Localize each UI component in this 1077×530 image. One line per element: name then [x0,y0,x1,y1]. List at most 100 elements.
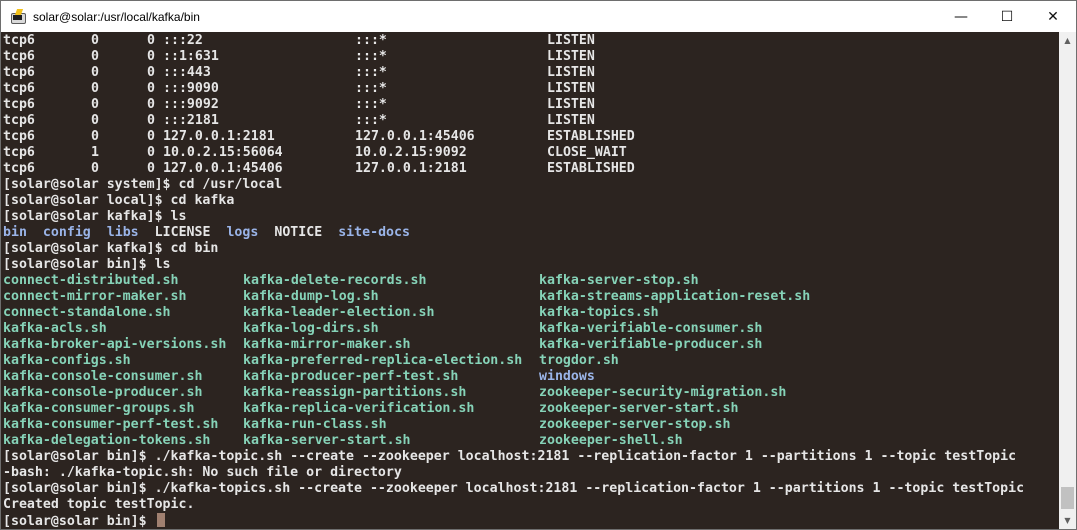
netstat-state: LISTEN [547,65,595,80]
netstat-sendq: 0 [147,129,155,144]
ls-entry: kafka-streams-application-reset.sh [539,289,811,304]
ls-entry: site-docs [338,225,410,240]
netstat-state: CLOSE_WAIT [547,145,627,160]
ls-entry: kafka-verifiable-producer.sh [539,337,763,352]
netstat-sendq: 0 [147,49,155,64]
command-line: [solar@solar bin]$ ./kafka-topics.sh --c… [3,481,1059,497]
command-line: [solar@solar system]$ cd /usr/local [3,177,1059,193]
netstat-state: LISTEN [547,97,595,112]
ls-entry: kafka-delegation-tokens.sh [3,433,211,448]
netstat-row: tcp6 0 0::1:631:::* LISTEN [3,49,1059,65]
netstat-state: ESTABLISHED [547,161,635,176]
netstat-state: LISTEN [547,113,595,128]
netstat-recvq: 0 [91,97,99,112]
command-line: [solar@solar kafka]$ ls [3,209,1059,225]
command-text: [solar@solar kafka]$ ls [3,209,187,224]
netstat-local-address: :::22 [163,33,203,48]
netstat-state: LISTEN [547,49,595,64]
netstat-local-address: 127.0.0.1:2181 [163,129,275,144]
cursor[interactable] [156,513,165,527]
ls-entry: connect-mirror-maker.sh [3,289,187,304]
netstat-proto: tcp6 [3,161,35,176]
netstat-state: LISTEN [547,33,595,48]
command-line: [solar@solar kafka]$ cd bin [3,241,1059,257]
netstat-local-address: :::9090 [163,81,219,96]
netstat-sendq: 0 [147,161,155,176]
ls-entry: kafka-consumer-perf-test.sh [3,417,219,432]
netstat-proto: tcp6 [3,33,35,48]
netstat-recvq: 0 [91,113,99,128]
terminal-output[interactable]: tcp6 0 0:::22:::* LISTEN tcp6 0 0::1:631:::* LI… [1,32,1059,529]
scroll-up-arrow-icon[interactable]: ▲ [1059,32,1076,49]
output-text: Created topic testTopic. [3,497,195,512]
output-line: Created topic testTopic. [3,497,1059,513]
netstat-foreign-address: :::* [355,81,387,96]
netstat-local-address: :::2181 [163,113,219,128]
netstat-row: tcp6 0 0:::2181:::* LISTEN [3,113,1059,129]
ls-entry: kafka-leader-election.sh [243,305,435,320]
netstat-row: tcp6 0 0:::9090:::* LISTEN [3,81,1059,97]
command-line: [solar@solar bin]$ ls [3,257,1059,273]
title-bar[interactable]: solar@solar:/usr/local/kafka/bin — ☐ ✕ [1,1,1076,32]
netstat-row: tcp6 0 0 127.0.0.1:45406 127.0.0.1:2181 ESTAB… [3,161,1059,177]
netstat-row: tcp6 0 0 127.0.0.1:2181 127.0.0.1:45406 ESTAB… [3,129,1059,145]
ls-entry: kafka-replica-verification.sh [243,401,475,416]
netstat-recvq: 0 [91,49,99,64]
prompt-line: [solar@solar bin]$ [3,513,1059,529]
ls-entry: kafka-log-dirs.sh [243,321,379,336]
command-text: [solar@solar bin]$ ./kafka-topic.sh --cr… [3,449,1017,464]
maximize-button[interactable]: ☐ [984,1,1030,32]
prompt-text: [solar@solar bin]$ [3,514,155,529]
putty-icon[interactable] [10,8,26,25]
ls-entry: zookeeper-server-start.sh [539,401,739,416]
command-line: [solar@solar local]$ cd kafka [3,193,1059,209]
ls-entry: kafka-verifiable-consumer.sh [539,321,763,336]
ls-entry: config [42,225,91,240]
ls-entry: kafka-consumer-groups.sh [3,401,195,416]
netstat-foreign-address: :::* [355,49,387,64]
command-text: [solar@solar bin]$ ./kafka-topics.sh --c… [3,481,1025,496]
ls-output-kafka: bin config libs LICENSE logs NOTICE site… [3,225,1059,241]
close-button[interactable]: ✕ [1030,1,1076,32]
terminal-window: solar@solar:/usr/local/kafka/bin — ☐ ✕ t… [0,0,1077,530]
window-controls: — ☐ ✕ [938,1,1076,32]
ls-entry: kafka-topics.sh [539,305,659,320]
ls-entry: kafka-broker-api-versions.sh [3,337,227,352]
ls-entry: bin [3,225,27,240]
netstat-local-address: 127.0.0.1:45406 [163,161,283,176]
netstat-foreign-address: :::* [355,113,387,128]
scroll-down-arrow-icon[interactable]: ▼ [1059,512,1076,529]
ls-entry: kafka-configs.sh [3,353,131,368]
scrollbar-thumb[interactable] [1061,487,1074,509]
ls-output-bin-row: connect-distributed.sh kafka-delete-recor… [3,273,1059,289]
netstat-recvq: 0 [91,161,99,176]
ls-entry: kafka-dump-log.sh [243,289,379,304]
vertical-scrollbar[interactable]: ▲ ▼ [1059,32,1076,529]
netstat-recvq: 0 [91,81,99,96]
error-line: -bash: ./kafka-topic.sh: No such file or… [3,465,1059,481]
ls-entry: windows [539,369,595,384]
netstat-proto: tcp6 [3,49,35,64]
netstat-row: tcp6 0 0:::22:::* LISTEN [3,33,1059,49]
minimize-button[interactable]: — [938,1,984,32]
netstat-foreign-address: 127.0.0.1:45406 [355,129,475,144]
netstat-row: tcp6 1 0 10.0.2.15:56064 10.0.2.15:9092 CLOSE… [3,145,1059,161]
ls-entry: kafka-server-stop.sh [539,273,699,288]
ls-entry: zookeeper-shell.sh [539,433,683,448]
ls-output-bin-row: kafka-configs.sh kafka-preferred-replica-… [3,353,1059,369]
netstat-recvq: 1 [91,145,99,160]
netstat-foreign-address: :::* [355,33,387,48]
netstat-state: ESTABLISHED [547,129,635,144]
ls-entry: connect-standalone.sh [3,305,171,320]
ls-output-bin-row: kafka-console-consumer.sh kafka-producer-… [3,369,1059,385]
netstat-foreign-address: 127.0.0.1:2181 [355,161,467,176]
netstat-proto: tcp6 [3,65,35,80]
command-text: [solar@solar system]$ cd /usr/local [3,177,283,192]
ls-entry: kafka-console-consumer.sh [3,369,203,384]
ls-entry: kafka-delete-records.sh [243,273,427,288]
netstat-sendq: 0 [147,97,155,112]
